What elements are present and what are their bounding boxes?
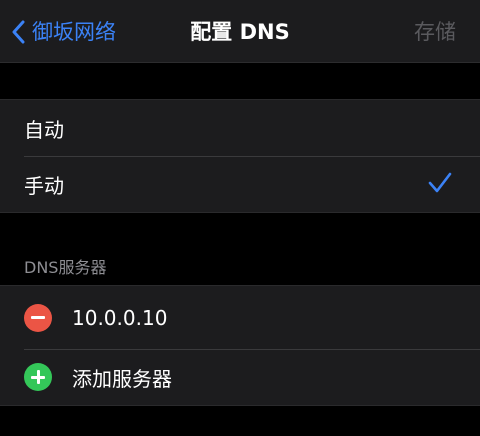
- back-button[interactable]: 御坂网络: [12, 17, 116, 47]
- dns-servers-group: 10.0.0.10 添加服务器: [0, 285, 480, 406]
- save-button[interactable]: 存储: [414, 17, 456, 47]
- dns-mode-group: 自动 手动: [0, 99, 480, 213]
- add-server-row[interactable]: 添加服务器: [0, 349, 480, 405]
- mode-option-label: 手动: [24, 173, 64, 198]
- mode-option-automatic[interactable]: 自动: [0, 100, 480, 156]
- back-button-label: 御坂网络: [32, 20, 116, 44]
- plus-circle-icon: [24, 363, 52, 391]
- minus-circle-icon[interactable]: [24, 303, 52, 332]
- checkmark-icon: [428, 172, 452, 193]
- chevron-left-icon: [12, 20, 25, 44]
- dns-server-address[interactable]: 10.0.0.10: [72, 306, 167, 330]
- dns-server-row: 10.0.0.10: [0, 286, 480, 349]
- mode-option-label: 自动: [24, 117, 64, 142]
- dns-servers-section-header: DNS服务器: [24, 258, 107, 277]
- mode-option-manual[interactable]: 手动: [0, 156, 480, 212]
- add-server-label: 添加服务器: [72, 366, 172, 391]
- navigation-bar: 御坂网络 配置 DNS 存储: [0, 0, 480, 63]
